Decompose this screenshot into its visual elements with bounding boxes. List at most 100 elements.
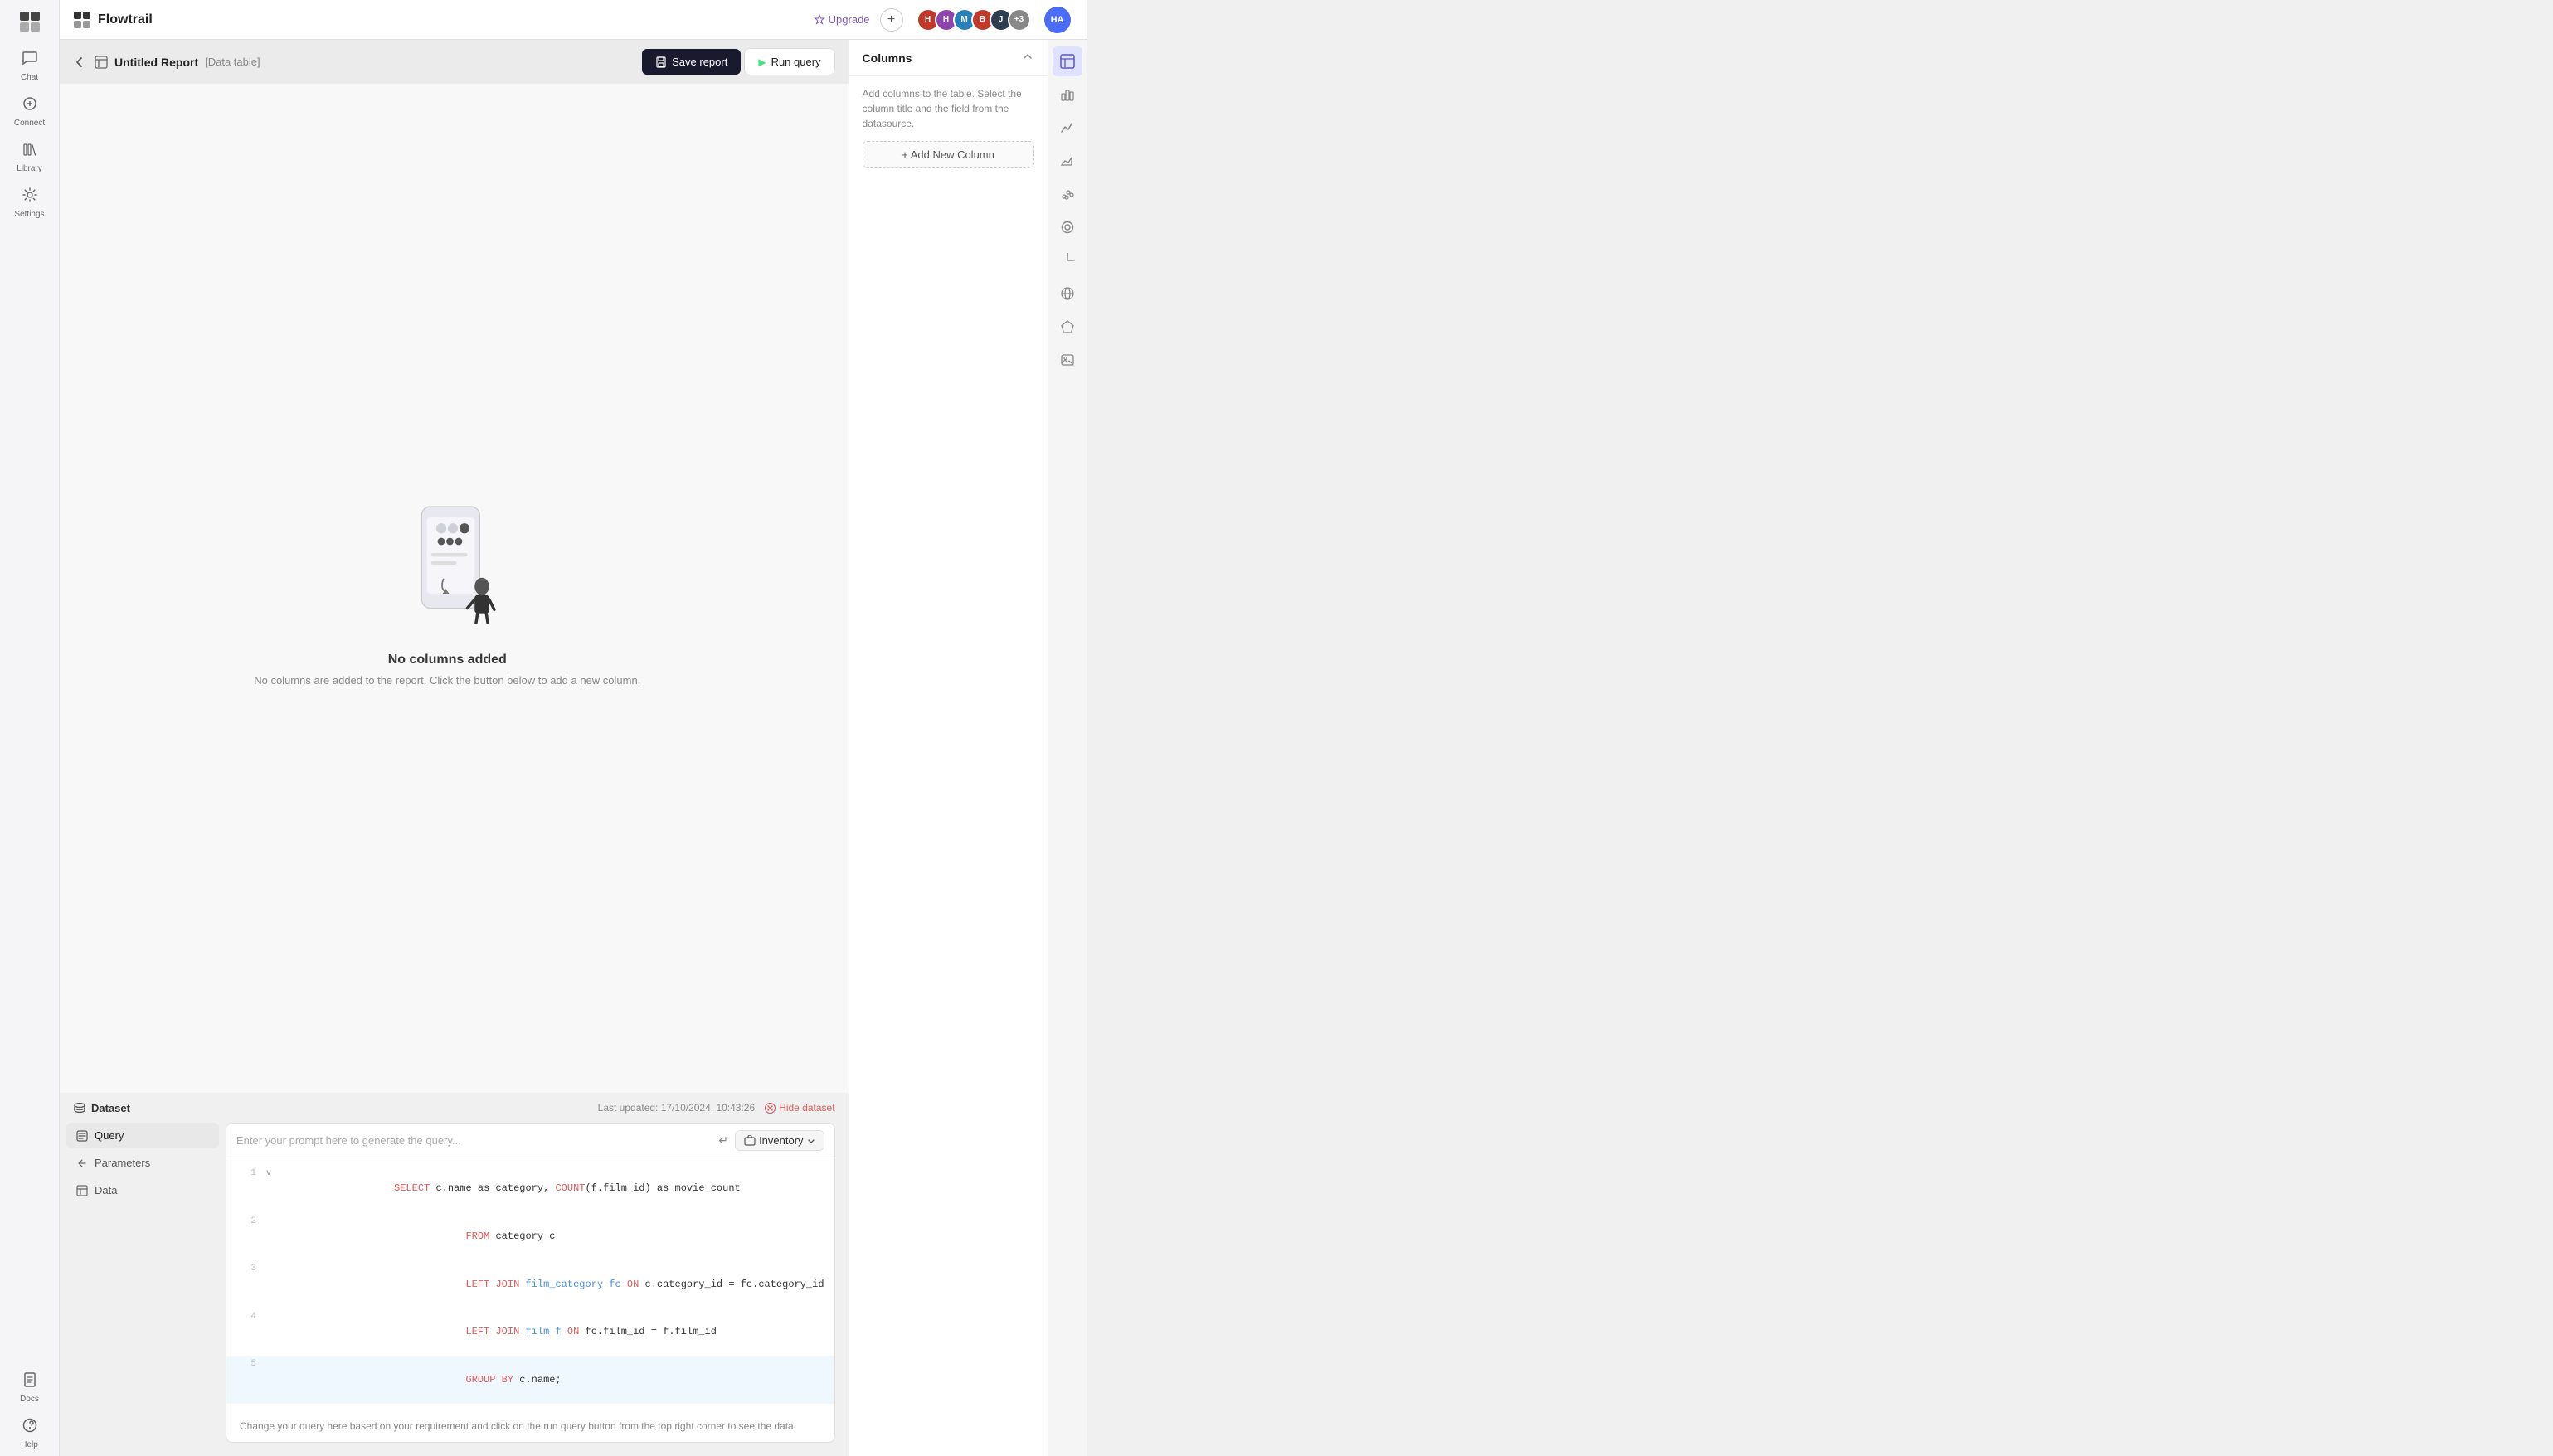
pie-icon	[1060, 253, 1075, 268]
code-line-2: 2 FROM category c	[226, 1213, 834, 1261]
query-toolbar: Enter your prompt here to generate the q…	[226, 1124, 834, 1158]
run-query-label: Run query	[771, 56, 821, 68]
dataset-header: Dataset Last updated: 17/10/2024, 10:43:…	[60, 1093, 849, 1123]
sidebar-label-help: Help	[21, 1440, 38, 1449]
help-icon	[22, 1417, 38, 1438]
collapse-panel-button[interactable]	[1021, 50, 1034, 66]
code-editor: 1 v SELECT c.name as category, COUNT(f.f…	[226, 1158, 834, 1410]
image-icon	[1060, 352, 1075, 367]
report-tag: [Data table]	[205, 56, 260, 68]
code-line-5: 5 GROUP BY c.name;	[226, 1356, 834, 1404]
dataset-body: Query Parameters Data	[60, 1123, 849, 1456]
enter-icon[interactable]: ↵	[718, 1133, 728, 1148]
save-icon	[655, 56, 667, 68]
table-icon	[95, 56, 108, 69]
play-icon: ▶	[758, 56, 766, 68]
dataset-last-updated: Last updated: 17/10/2024, 10:43:26	[598, 1102, 756, 1114]
query-toolbar-actions: ↵ Inventory	[718, 1130, 824, 1151]
table-view-icon	[1060, 54, 1075, 69]
save-report-label: Save report	[672, 56, 727, 68]
dataset-nav-parameters[interactable]: Parameters	[66, 1150, 219, 1176]
back-button[interactable]	[73, 56, 86, 69]
sidebar-item-settings[interactable]: Settings	[6, 180, 54, 226]
save-report-button[interactable]: Save report	[642, 49, 741, 75]
empty-illustration	[389, 490, 505, 639]
parameters-nav-icon	[76, 1158, 88, 1169]
back-icon	[73, 56, 86, 69]
dataset-icon	[73, 1101, 86, 1114]
hide-dataset-button[interactable]: Hide dataset	[765, 1102, 834, 1114]
view-bar-chart-button[interactable]	[1053, 80, 1082, 109]
main-wrapper: Flowtrail Upgrade + H H M B J +3 HA	[60, 0, 1087, 1456]
workspace: Untitled Report [Data table] Save report	[60, 40, 1087, 1456]
empty-subtitle: No columns are added to the report. Clic…	[254, 674, 640, 687]
settings-icon	[22, 187, 38, 207]
dataset-nav-data[interactable]: Data	[66, 1177, 219, 1203]
dataset-nav-data-label: Data	[95, 1184, 117, 1196]
dataset-nav-query-label: Query	[95, 1129, 124, 1142]
run-query-button[interactable]: ▶ Run query	[745, 49, 834, 75]
sidebar-label-connect: Connect	[14, 119, 45, 128]
view-globe-button[interactable]	[1053, 279, 1082, 308]
sidebar-item-docs[interactable]: Docs	[6, 1365, 54, 1410]
avatar-group: H H M B J +3	[917, 8, 1031, 32]
view-area-chart-button[interactable]	[1053, 146, 1082, 176]
sidebar-label-chat: Chat	[21, 73, 38, 82]
bar-chart-icon	[1060, 87, 1075, 102]
docs-icon	[22, 1371, 38, 1392]
inventory-icon	[744, 1135, 756, 1147]
query-prompt[interactable]: Enter your prompt here to generate the q…	[236, 1134, 718, 1147]
view-image-button[interactable]	[1053, 345, 1082, 375]
upgrade-icon	[814, 14, 825, 26]
columns-panel-description: Add columns to the table. Select the col…	[849, 76, 1048, 141]
upgrade-button[interactable]: Upgrade	[814, 13, 870, 26]
avatar-more[interactable]: +3	[1008, 8, 1031, 32]
dataset-nav-query[interactable]: Query	[66, 1123, 219, 1148]
pentagon-icon	[1060, 319, 1075, 334]
sidebar-item-chat[interactable]: Chat	[6, 43, 54, 89]
logo-icon	[18, 10, 41, 33]
line-chart-icon	[1060, 120, 1075, 135]
columns-panel-title: Columns	[863, 51, 912, 65]
empty-state: No columns added No columns are added to…	[221, 84, 674, 1093]
dataset-nav-parameters-label: Parameters	[95, 1157, 150, 1169]
code-line-4: 4 LEFT JOIN film f ON fc.film_id = f.fil…	[226, 1308, 834, 1357]
add-column-button[interactable]: + Add New Column	[863, 141, 1034, 168]
add-button[interactable]: +	[880, 8, 903, 32]
chevron-down-icon	[807, 1137, 815, 1145]
sidebar-item-library[interactable]: Library	[6, 134, 54, 180]
view-pentagon-button[interactable]	[1053, 312, 1082, 342]
query-nav-icon	[76, 1130, 88, 1142]
sidebar-label-settings: Settings	[14, 210, 44, 219]
dataset-title-group: Dataset	[73, 1101, 130, 1114]
right-icon-bar	[1048, 40, 1087, 1456]
chevron-up-icon	[1021, 50, 1034, 63]
app-logo: Flowtrail	[73, 11, 153, 29]
dataset-nav: Query Parameters Data	[60, 1123, 226, 1443]
inventory-label: Inventory	[759, 1134, 803, 1147]
view-line-chart-button[interactable]	[1053, 113, 1082, 143]
dataset-meta: Last updated: 17/10/2024, 10:43:26 Hide …	[598, 1102, 835, 1114]
view-pie-button[interactable]	[1053, 245, 1082, 275]
query-hint: Change your query here based on your req…	[226, 1410, 834, 1442]
donut-icon	[1060, 220, 1075, 235]
table-view: No columns added No columns are added to…	[60, 84, 849, 1093]
report-title: Untitled Report	[114, 56, 198, 69]
globe-icon	[1060, 286, 1075, 301]
user-avatar[interactable]: HA	[1044, 7, 1071, 33]
inventory-button[interactable]: Inventory	[735, 1130, 824, 1151]
sidebar-label-docs: Docs	[20, 1395, 39, 1404]
hide-dataset-label: Hide dataset	[779, 1102, 834, 1114]
area-chart-icon	[1060, 153, 1075, 168]
view-table-button[interactable]	[1053, 46, 1082, 76]
flowtrail-logo-icon	[73, 11, 91, 29]
report-area: Untitled Report [Data table] Save report	[60, 40, 849, 1456]
connect-icon	[22, 95, 38, 116]
sidebar-item-help[interactable]: Help	[6, 1410, 54, 1456]
app-name: Flowtrail	[98, 12, 153, 27]
sidebar-item-connect[interactable]: Connect	[6, 89, 54, 134]
view-donut-button[interactable]	[1053, 212, 1082, 242]
view-scatter-button[interactable]	[1053, 179, 1082, 209]
scatter-icon	[1060, 187, 1075, 201]
library-icon	[22, 141, 38, 162]
